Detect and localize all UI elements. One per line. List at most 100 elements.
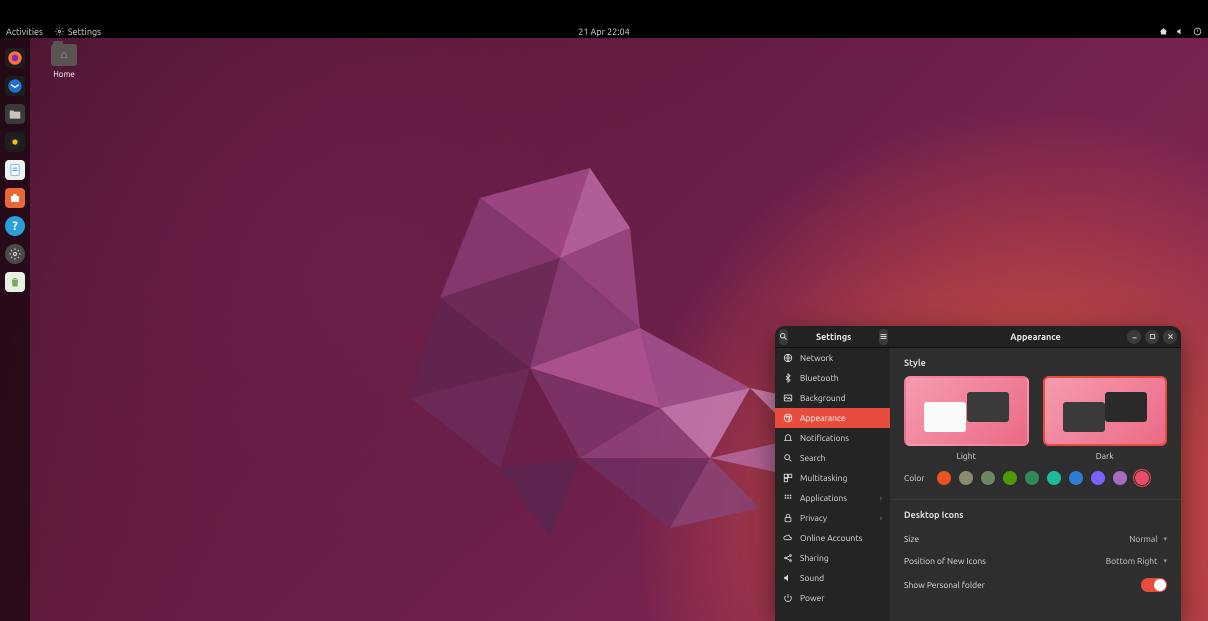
dock-software[interactable]: [5, 188, 25, 208]
sidebar-item-label: Sharing: [800, 553, 829, 563]
sidebar-item-power[interactable]: Power: [775, 588, 890, 608]
settings-content: Style LightDark Color Desktop Icons Size…: [890, 348, 1181, 621]
color-label: Color: [904, 473, 925, 483]
sidebar-item-label: Network: [800, 353, 833, 363]
icon-position-label: Position of New Icons: [904, 556, 986, 566]
dock: ?: [0, 38, 30, 621]
color-swatch-red[interactable]: [1135, 471, 1149, 485]
desktop-icon-label: Home: [44, 70, 84, 79]
sidebar-item-sound[interactable]: Sound: [775, 568, 890, 588]
sound-icon: [783, 573, 793, 583]
show-personal-toggle[interactable]: [1141, 578, 1167, 592]
window-minimize-button[interactable]: [1127, 330, 1141, 344]
window-maximize-button[interactable]: [1145, 330, 1159, 344]
desktop-icon-home[interactable]: Home: [44, 44, 84, 79]
settings-window: Settings Appearance Network Bluetooth Back…: [775, 326, 1181, 621]
home-folder-icon: [51, 44, 77, 66]
cloud-icon: [783, 533, 793, 543]
sidebar-item-label: Bluetooth: [800, 373, 839, 383]
icon-position-select[interactable]: Bottom Right ▾: [1106, 556, 1167, 566]
window-close-button[interactable]: [1163, 330, 1177, 344]
dock-trash[interactable]: [5, 272, 25, 292]
icon-size-select[interactable]: Normal ▾: [1129, 534, 1167, 544]
sidebar-item-sharing[interactable]: Sharing: [775, 548, 890, 568]
background-icon: [783, 393, 793, 403]
sidebar-item-label: Appearance: [800, 413, 846, 423]
icon-size-label: Size: [904, 534, 919, 544]
dock-thunderbird[interactable]: [5, 76, 25, 96]
sidebar-item-label: Sound: [800, 573, 824, 583]
style-label: Light: [904, 451, 1029, 461]
sidebar-item-label: Privacy: [800, 513, 827, 523]
style-thumb-dark: [1043, 376, 1168, 446]
accent-color-row: Color: [904, 471, 1167, 485]
sidebar-item-label: Multitasking: [800, 473, 847, 483]
color-swatch-prussian-green[interactable]: [1047, 471, 1061, 485]
color-swatch-bark[interactable]: [959, 471, 973, 485]
sidebar-item-search[interactable]: Search: [775, 448, 890, 468]
color-swatch-magenta[interactable]: [1113, 471, 1127, 485]
chevron-right-icon: ›: [880, 514, 882, 523]
system-status-area[interactable]: [1159, 27, 1202, 36]
globe-icon: [783, 353, 793, 363]
activities-button[interactable]: Activities: [6, 27, 43, 37]
style-option-light[interactable]: Light: [904, 376, 1029, 461]
volume-status-icon: [1176, 27, 1185, 36]
sidebar-item-appearance[interactable]: Appearance: [775, 408, 890, 428]
icon-size-row: Size Normal ▾: [904, 528, 1167, 550]
dock-files[interactable]: [5, 104, 25, 124]
window-titlebar[interactable]: Settings Appearance: [775, 326, 1181, 348]
color-swatch-sage[interactable]: [981, 471, 995, 485]
dock-settings[interactable]: [5, 244, 25, 264]
chevron-down-icon: ▾: [1163, 557, 1167, 565]
dock-firefox[interactable]: [5, 48, 25, 68]
appearance-icon: [783, 413, 793, 423]
chevron-right-icon: ›: [880, 494, 882, 503]
dock-help[interactable]: ?: [5, 216, 25, 236]
sidebar-item-label: Applications: [800, 493, 847, 503]
settings-small-icon: [55, 27, 64, 36]
color-swatch-olive[interactable]: [1003, 471, 1017, 485]
style-heading: Style: [904, 358, 1167, 368]
sidebar-item-label: Notifications: [800, 433, 849, 443]
sidebar-item-bluetooth[interactable]: Bluetooth: [775, 368, 890, 388]
content-title: Appearance: [1010, 332, 1060, 342]
sidebar-item-online-accounts[interactable]: Online Accounts: [775, 528, 890, 548]
bluetooth-icon: [783, 373, 793, 383]
color-swatch-purple[interactable]: [1091, 471, 1105, 485]
divider: [890, 499, 1181, 500]
color-swatch-blue[interactable]: [1069, 471, 1083, 485]
power-status-icon: [1193, 27, 1202, 36]
clock[interactable]: 21 Apr 22:04: [578, 27, 629, 37]
apps-icon: [783, 493, 793, 503]
dock-rhythmbox[interactable]: [5, 132, 25, 152]
show-personal-label: Show Personal folder: [904, 580, 985, 590]
style-label: Dark: [1043, 451, 1168, 461]
style-option-dark[interactable]: Dark: [1043, 376, 1168, 461]
sidebar-item-label: Power: [800, 593, 824, 603]
sidebar-item-notifications[interactable]: Notifications: [775, 428, 890, 448]
sidebar-item-label: Background: [800, 393, 846, 403]
current-app-indicator[interactable]: Settings: [55, 27, 101, 37]
power-icon: [783, 593, 793, 603]
hamburger-menu-button[interactable]: [879, 329, 888, 345]
sidebar-item-applications[interactable]: Applications ›: [775, 488, 890, 508]
bell-icon: [783, 433, 793, 443]
sidebar-item-label: Online Accounts: [800, 533, 862, 543]
sidebar-item-background[interactable]: Background: [775, 388, 890, 408]
sidebar-item-label: Search: [800, 453, 826, 463]
multitask-icon: [783, 473, 793, 483]
sidebar-item-privacy[interactable]: Privacy ›: [775, 508, 890, 528]
show-personal-row: Show Personal folder: [904, 572, 1167, 598]
color-swatch-orange[interactable]: [937, 471, 951, 485]
sidebar-item-multitasking[interactable]: Multitasking: [775, 468, 890, 488]
top-bar: Activities Settings 21 Apr 22:04: [0, 25, 1208, 38]
color-swatch-viridian[interactable]: [1025, 471, 1039, 485]
lock-icon: [783, 513, 793, 523]
chevron-down-icon: ▾: [1163, 535, 1167, 543]
sidebar-search-button[interactable]: [779, 329, 788, 345]
share-icon: [783, 553, 793, 563]
icon-position-row: Position of New Icons Bottom Right ▾: [904, 550, 1167, 572]
sidebar-item-network[interactable]: Network: [775, 348, 890, 368]
dock-libreoffice-writer[interactable]: [5, 160, 25, 180]
